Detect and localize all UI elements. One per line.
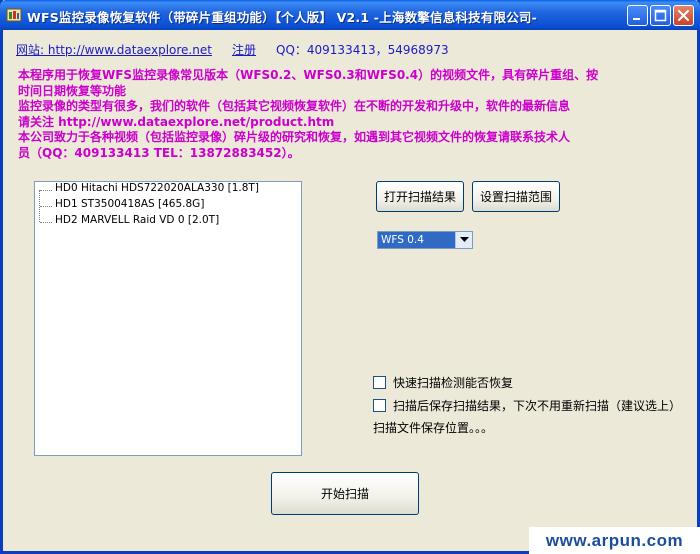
description-line: 请关注 http://www.dataexplore.net/product.h… [18,114,335,129]
tree-connector [40,190,52,191]
save-location-label[interactable]: 扫描文件保存位置。。。 [373,419,493,436]
window-title: WFS监控录像恢复软件（带碎片重组功能）【个人版】 V2.1 -上海数擎信息科技… [27,10,537,25]
start-scan-button[interactable]: 开始扫描 [271,472,419,515]
drive-item-hd1[interactable]: HD1 ST3500418AS [465.8G] [55,198,204,214]
app-icon [6,7,22,23]
save-result-label: 扫描后保存扫描结果，下次不用重新扫描（建议选上） [393,398,682,413]
drive-item-hd2[interactable]: HD2 MARVELL Raid VD 0 [2.0T] [55,214,219,230]
version-select-value: WFS 0.4 [378,232,456,248]
tree-connector [40,222,52,223]
close-button[interactable] [673,5,694,26]
minimize-button[interactable] [627,5,648,26]
save-result-option[interactable]: 扫描后保存扫描结果，下次不用重新扫描（建议选上） [373,397,681,413]
chevron-down-icon[interactable] [455,232,472,248]
main-window: WFS监控录像恢复软件（带碎片重组功能）【个人版】 V2.1 -上海数擎信息科技… [0,0,700,554]
description-line: 本程序用于恢复WFS监控录像常见版本（WFS0.2、WFS0.3和WFS0.4）… [18,68,599,82]
quick-scan-label: 快速扫描检测能否恢复 [393,375,514,390]
qq-contact: QQ：409133413，54968973 [276,43,449,57]
close-icon [678,10,689,21]
drive-item-hd0[interactable]: HD0 Hitachi HDS722020ALA330 [1.8T] [55,182,259,198]
tree-connector [40,206,52,207]
title-bar[interactable]: WFS监控录像恢复软件（带碎片重组功能）【个人版】 V2.1 -上海数擎信息科技… [0,0,700,30]
description-line: 时间日期恢复等功能 [18,83,127,98]
open-scan-result-button[interactable]: 打开扫描结果 [376,181,464,212]
description-line: 监控录像的类型有很多，我们的软件（包括其它视频恢复软件）在不断的开发和升级中，软… [18,99,571,113]
description-line: 员（QQ：409133413 TEL：13872883452）。 [18,145,300,160]
description-text: 本程序用于恢复WFS监控录像常见版本（WFS0.2、WFS0.3和WFS0.4）… [18,68,628,161]
description-line: 本公司致力于各种视频（包括监控录像）碎片级的研究和恢复，如遇到其它视频文件的恢复… [18,130,571,144]
watermark: www.arpun.com [529,527,700,554]
quick-scan-checkbox[interactable] [373,375,386,389]
maximize-button[interactable] [650,5,671,26]
version-select[interactable]: WFS 0.4 [377,231,473,249]
quick-scan-option[interactable]: 快速扫描检测能否恢复 [373,374,513,390]
website-link[interactable]: 网站: http://www.dataexplore.net [16,41,212,58]
set-scan-range-button[interactable]: 设置扫描范围 [472,181,560,212]
save-result-checkbox[interactable] [373,398,386,412]
maximize-icon [654,9,667,22]
minimize-icon [633,18,640,20]
register-link[interactable]: 注册 [232,41,256,58]
